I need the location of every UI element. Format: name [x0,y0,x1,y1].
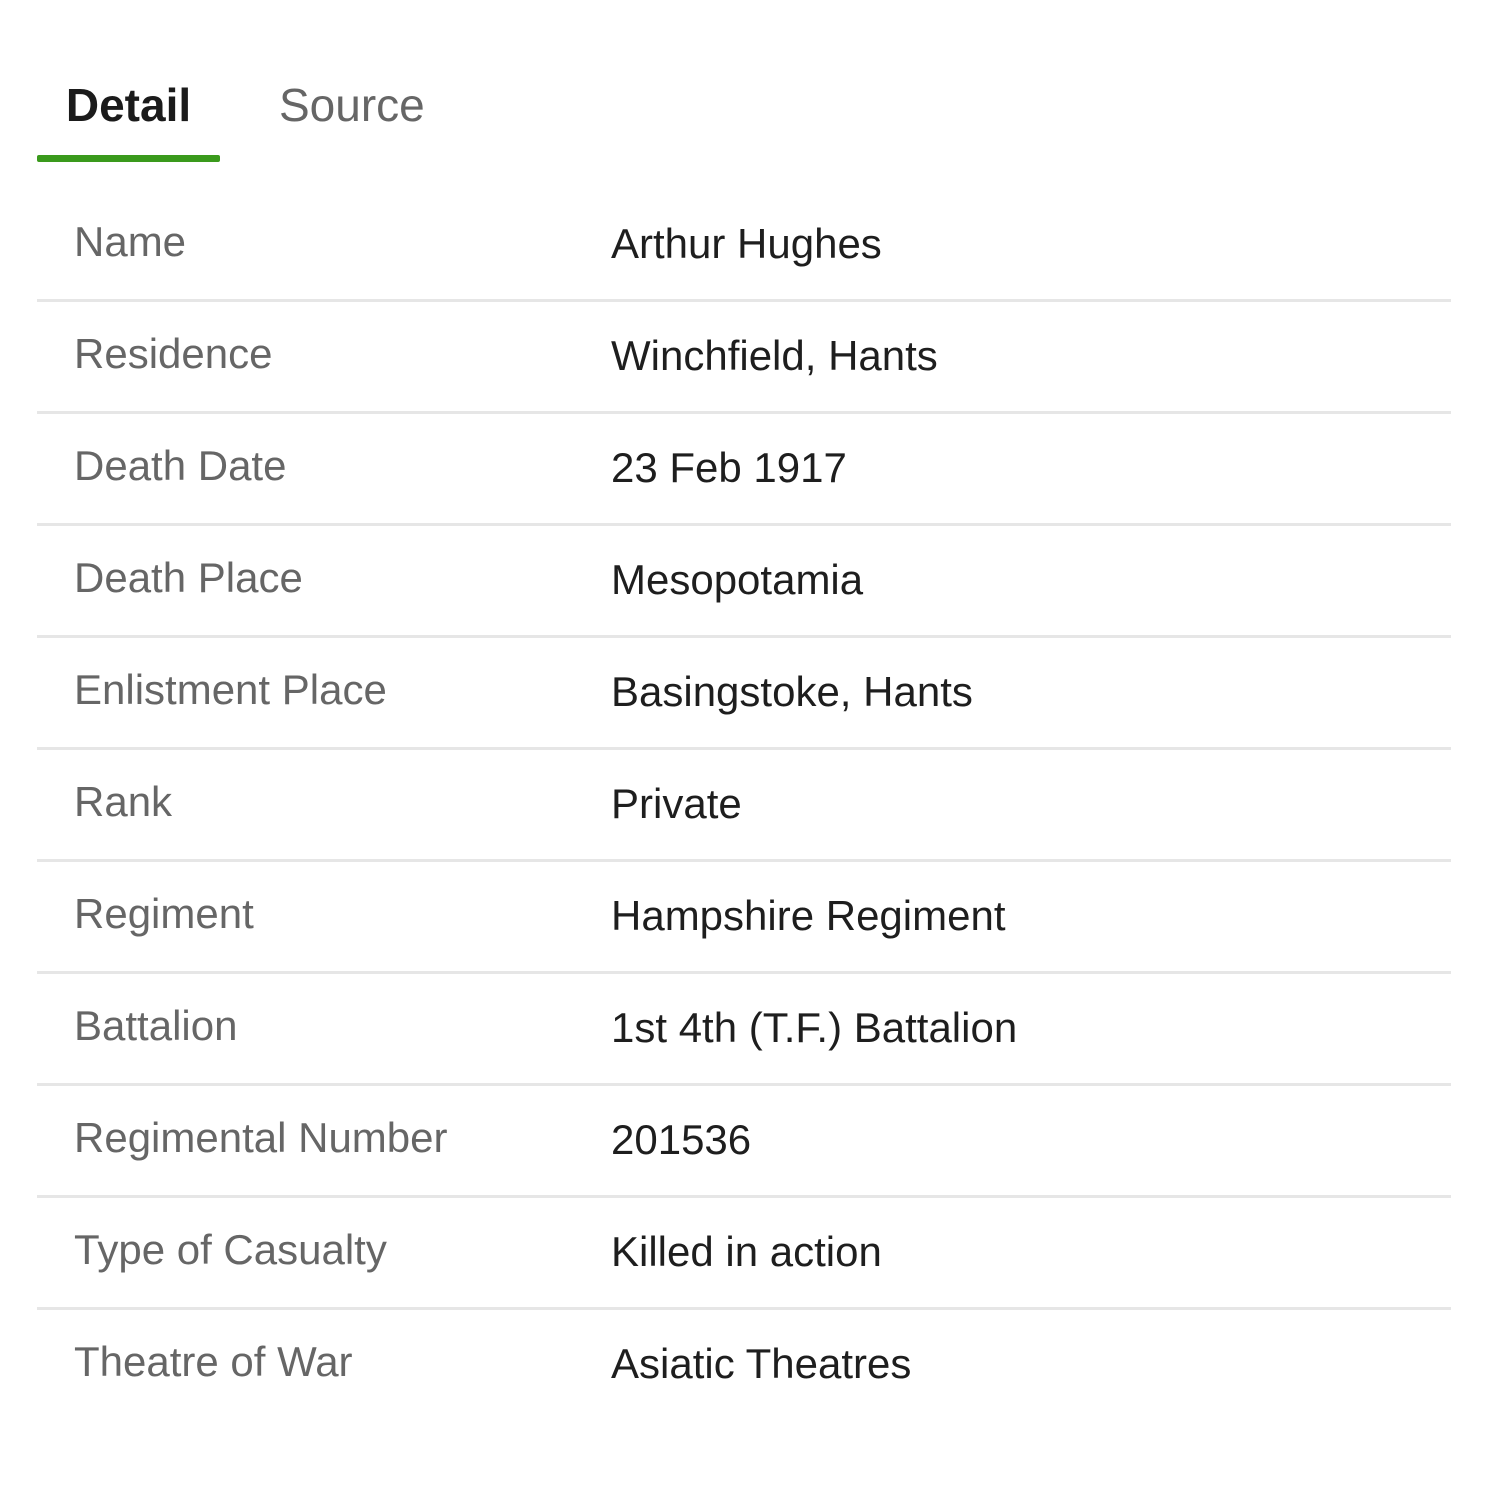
record-value: Winchfield, Hants [611,332,938,379]
record-label: Battalion [74,1002,238,1049]
record-row-regiment: Regiment Hampshire Regiment [37,862,1451,974]
record-value: Hampshire Regiment [611,892,1006,939]
record-row-death-place: Death Place Mesopotamia [37,526,1451,638]
record-label: Theatre of War [74,1338,353,1385]
record-value: 201536 [611,1116,752,1163]
tab-source[interactable]: Source [279,70,449,162]
record-value: 23 Feb 1917 [611,444,847,491]
record-label: Name [74,218,187,265]
record-label: Regiment [74,890,254,937]
record-value: Basingstoke, Hants [611,668,973,715]
record-value: Killed in action [611,1228,882,1275]
record-value: Private [611,780,742,827]
record-row-name: Name Arthur Hughes [37,190,1451,302]
record-value: Asiatic Theatres [611,1340,912,1387]
record-label: Enlistment Place [74,666,387,713]
record-label: Type of Casualty [74,1226,387,1273]
record-value: Arthur Hughes [611,220,882,267]
record-row-battalion: Battalion 1st 4th (T.F.) Battalion [37,974,1451,1086]
record-row-theatre-of-war: Theatre of War Asiatic Theatres [37,1310,1451,1422]
record-value: Mesopotamia [611,556,864,603]
record-row-death-date: Death Date 23 Feb 1917 [37,414,1451,526]
record-row-enlistment-place: Enlistment Place Basingstoke, Hants [37,638,1451,750]
record-row-rank: Rank Private [37,750,1451,862]
tab-detail[interactable]: Detail [37,70,220,162]
record-row-regimental-number: Regimental Number 201536 [37,1086,1451,1198]
record-detail-table: Name Arthur Hughes Residence Winchfield,… [37,190,1451,1422]
record-row-residence: Residence Winchfield, Hants [37,302,1451,414]
record-label: Regimental Number [74,1114,448,1161]
tab-bar: Detail Source [37,70,1451,162]
record-label: Rank [74,778,173,825]
record-label: Death Date [74,442,287,489]
record-value: 1st 4th (T.F.) Battalion [611,1004,1018,1051]
record-label: Residence [74,330,273,377]
record-label: Death Place [74,554,303,601]
record-row-type-of-casualty: Type of Casualty Killed in action [37,1198,1451,1310]
